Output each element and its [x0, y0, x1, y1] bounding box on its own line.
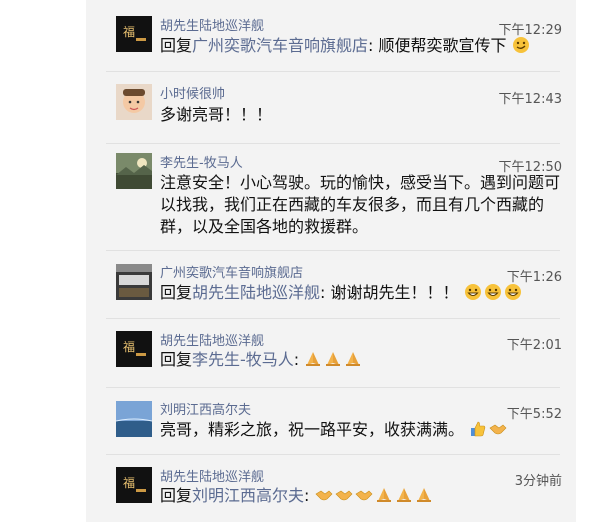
handshake-emoji: [335, 486, 353, 510]
author-name[interactable]: 小时候很帅: [160, 83, 225, 102]
comment-item: 小时候很帅 下午12:43 多谢亮哥！！！: [86, 72, 576, 144]
comment-item: 福 胡先生陆地巡洋舰 3分钟前 回复刘明江西高尔夫:: [86, 455, 576, 522]
avatar[interactable]: [116, 84, 152, 120]
comment-item: 福 胡先生陆地巡洋舰 下午12:29 回复广州奕歌汽车音响旗舰店: 顺便帮奕歌宣…: [86, 0, 576, 70]
comment-text: 回复刘明江西高尔夫:: [160, 485, 558, 510]
grin-emoji: [504, 283, 522, 307]
reply-target[interactable]: 广州奕歌汽车音响旗舰店: [192, 36, 368, 55]
handshake-emoji: [489, 420, 507, 444]
comment-panel: 福 胡先生陆地巡洋舰 下午12:29 回复广州奕歌汽车音响旗舰店: 顺便帮奕歌宣…: [86, 0, 576, 522]
avatar[interactable]: [116, 401, 152, 437]
message-body: : 顺便帮奕歌宣传下: [368, 36, 507, 55]
avatar[interactable]: [116, 264, 152, 300]
message-body: 亮哥，精彩之旅，祝一路平安，收获满满。: [160, 420, 465, 439]
svg-text:福: 福: [123, 339, 135, 354]
author-name[interactable]: 广州奕歌汽车音响旗舰店: [160, 262, 303, 281]
avatar[interactable]: 福: [116, 331, 152, 367]
pray-emoji: [375, 486, 393, 510]
svg-text:福: 福: [123, 475, 135, 490]
handshake-emoji: [315, 486, 333, 510]
message-body: : 谢谢胡先生！！！: [320, 283, 459, 302]
avatar[interactable]: [116, 153, 152, 189]
message-body: :: [293, 350, 300, 369]
pray-emoji: [415, 486, 433, 510]
pray-emoji: [344, 350, 362, 374]
comment-item: 李先生-牧马人 下午12:50 注意安全！小心驾驶。玩的愉快，感受当下。遇到问题…: [86, 144, 576, 250]
svg-text:福: 福: [123, 24, 135, 39]
reply-target[interactable]: 刘明江西高尔夫: [192, 486, 304, 505]
comment-item: 福 胡先生陆地巡洋舰 下午2:01 回复李先生-牧马人:: [86, 319, 576, 387]
comment-text: 注意安全！小心驾驶。玩的愉快，感受当下。遇到问题可以找我，我们正在西藏的车友很多…: [160, 173, 561, 236]
reply-prefix: 回复: [160, 486, 193, 505]
pray-emoji: [304, 350, 322, 374]
thumbs-up-emoji: [469, 420, 487, 444]
comment-text: 多谢亮哥！！！: [160, 105, 273, 124]
reply-target[interactable]: 胡先生陆地巡洋舰: [192, 283, 320, 302]
grin-emoji: [464, 283, 482, 307]
handshake-emoji: [355, 486, 373, 510]
comment-text: 回复广州奕歌汽车音响旗舰店: 顺便帮奕歌宣传下: [160, 35, 558, 60]
reply-prefix: 回复: [160, 283, 193, 302]
author-name[interactable]: 李先生-牧马人: [160, 152, 243, 171]
grin-emoji: [484, 283, 502, 307]
comment-text: 亮哥，精彩之旅，祝一路平安，收获满满。: [160, 419, 558, 444]
avatar[interactable]: 福: [116, 467, 152, 503]
author-name[interactable]: 胡先生陆地巡洋舰: [160, 466, 264, 485]
reply-prefix: 回复: [160, 36, 193, 55]
avatar[interactable]: 福: [116, 16, 152, 52]
comment-item: 广州奕歌汽车音响旗舰店 下午1:26 回复胡先生陆地巡洋舰: 谢谢胡先生！！！: [86, 251, 576, 318]
comment-text: 回复李先生-牧马人:: [160, 349, 558, 374]
reply-prefix: 回复: [160, 350, 193, 369]
comment-item: 刘明江西高尔夫 下午5:52 亮哥，精彩之旅，祝一路平安，收获满满。: [86, 388, 576, 454]
smirk-emoji: [512, 36, 530, 60]
author-name[interactable]: 胡先生陆地巡洋舰: [160, 15, 264, 34]
pray-emoji: [395, 486, 413, 510]
author-name[interactable]: 胡先生陆地巡洋舰: [160, 330, 264, 349]
message-body: :: [304, 486, 310, 505]
pray-emoji: [324, 350, 342, 374]
comment-text: 回复胡先生陆地巡洋舰: 谢谢胡先生！！！: [160, 282, 558, 307]
reply-target[interactable]: 李先生-牧马人: [192, 350, 294, 369]
author-name[interactable]: 刘明江西高尔夫: [160, 399, 251, 418]
